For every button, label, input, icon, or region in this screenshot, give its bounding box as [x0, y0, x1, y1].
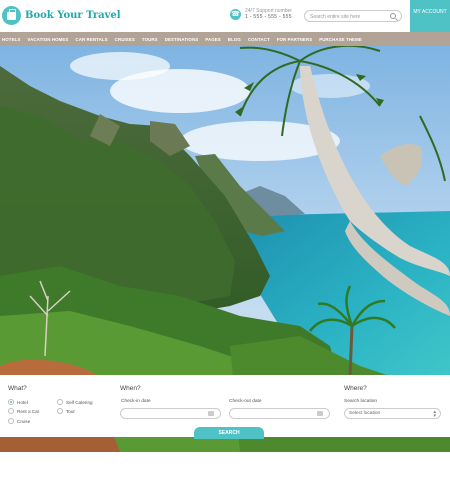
option-tour[interactable]: Tour: [57, 408, 75, 414]
select-arrows-icon: ▴ ▾: [433, 409, 436, 419]
radio-cruise[interactable]: [8, 418, 14, 424]
radio-hotel[interactable]: [8, 399, 14, 405]
location-label: Search location: [344, 399, 378, 404]
checkin-label: Check-in date: [121, 399, 151, 404]
nav-item-purchase-theme[interactable]: PURCHASE THEME: [319, 37, 362, 42]
nav-item-pages[interactable]: PAGES: [205, 37, 221, 42]
checkout-label: Check-out date: [229, 399, 262, 404]
main-nav: HOTELS VACATION HOMES CAR RENTALS CRUISE…: [0, 32, 410, 46]
what-title: What?: [8, 385, 27, 392]
nav-tail: [410, 32, 450, 46]
when-title: When?: [120, 385, 141, 392]
option-self-catering[interactable]: Self Catering: [57, 399, 93, 405]
option-hotel[interactable]: Hotel: [8, 399, 28, 405]
checkin-date-input[interactable]: [120, 408, 221, 419]
option-rent-a-car[interactable]: Rent a Car: [8, 408, 39, 414]
location-select-value: Select location: [349, 411, 381, 416]
nav-item-destinations[interactable]: DESTINATIONS: [165, 37, 199, 42]
option-tour-label: Tour: [66, 408, 75, 414]
site-header: Book Your Travel ☎ 24/7 Support number 1…: [0, 0, 450, 32]
phone-icon: ☎: [230, 9, 241, 21]
calendar-icon[interactable]: [208, 411, 214, 416]
nav-item-car-rentals[interactable]: CAR RENTALS: [75, 37, 107, 42]
option-self-catering-label: Self Catering: [66, 399, 93, 405]
nav-item-for-partners[interactable]: FOR PARTNERS: [277, 37, 313, 42]
nav-item-contact[interactable]: CONTACT: [248, 37, 270, 42]
site-search: [304, 10, 402, 22]
support-phone: 1 - 555 - 555 - 555: [245, 13, 292, 20]
brand-logo[interactable]: Book Your Travel: [2, 6, 121, 25]
nav-item-hotels[interactable]: HOTELS: [2, 37, 20, 42]
calendar-icon[interactable]: [317, 411, 323, 416]
radio-self-catering[interactable]: [57, 399, 63, 405]
option-hotel-label: Hotel: [17, 399, 28, 405]
location-select[interactable]: Select location ▴ ▾: [344, 408, 441, 419]
where-title: Where?: [344, 385, 367, 392]
checkout-date-input[interactable]: [229, 408, 330, 419]
search-button[interactable]: SEARCH: [194, 427, 264, 439]
suitcase-icon: [2, 6, 21, 25]
nav-item-tours[interactable]: TOURS: [142, 37, 158, 42]
support-contact: ☎ 24/7 Support number 1 - 555 - 555 - 55…: [230, 8, 292, 21]
search-input[interactable]: [310, 12, 388, 21]
search-icon[interactable]: [390, 13, 396, 19]
radio-rent-a-car[interactable]: [8, 408, 14, 414]
radio-tour[interactable]: [57, 408, 63, 414]
option-cruise-label: Cruise: [17, 418, 31, 424]
nav-item-blog[interactable]: BLOG: [228, 37, 241, 42]
nav-item-cruises[interactable]: CRUISES: [115, 37, 135, 42]
option-rent-a-car-label: Rent a Car: [17, 408, 40, 414]
option-cruise[interactable]: Cruise: [8, 418, 30, 424]
brand-name: Book Your Travel: [25, 10, 121, 21]
nav-item-vacation-homes[interactable]: VACATION HOMES: [27, 37, 68, 42]
